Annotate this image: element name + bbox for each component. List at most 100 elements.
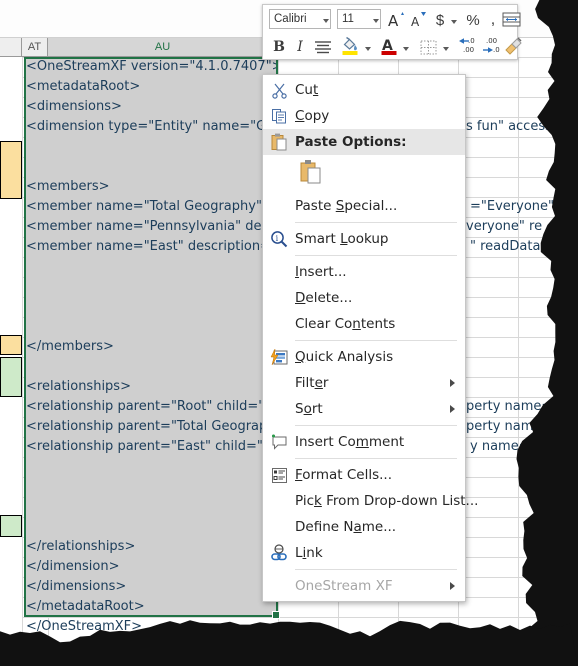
format-painter-icon[interactable] xyxy=(503,35,523,57)
menu-item-smart-lookup[interactable]: i Smart Lookup xyxy=(263,226,465,252)
merge-center-icon[interactable] xyxy=(501,9,521,31)
row-marker-0[interactable] xyxy=(0,141,22,199)
quick-analysis-icon xyxy=(263,344,295,370)
menu-item-delete[interactable]: Delete... xyxy=(263,285,465,311)
column-header-AT[interactable]: AT xyxy=(22,38,48,57)
cell-au-14[interactable]: </members> xyxy=(26,337,276,357)
cell-au-16[interactable]: <relationships> xyxy=(26,377,276,397)
cell-au-25[interactable]: </dimension> xyxy=(26,557,276,577)
menu-icon-spacer xyxy=(263,311,295,337)
paste-option-keep-source[interactable] xyxy=(263,155,465,193)
menu-item-filter[interactable]: Filter xyxy=(263,370,465,396)
menu-item-cut[interactable]: Cut xyxy=(263,77,465,103)
menu-item-link[interactable]: Link xyxy=(263,540,465,566)
menu-item-label: Copy xyxy=(295,108,330,124)
overflow-cell-4[interactable]: perty name=" xyxy=(466,397,576,417)
menu-item-label: Cut xyxy=(295,82,319,98)
menu-item-label: Clear Contents xyxy=(295,316,396,332)
cell-au-27[interactable]: </metadataRoot> xyxy=(26,597,276,617)
row-marker-2[interactable] xyxy=(0,357,22,397)
menu-item-sort[interactable]: Sort xyxy=(263,396,465,422)
menu-item-label: Pick From Drop-down List... xyxy=(295,493,479,509)
column-header-AU[interactable]: AU xyxy=(48,38,278,57)
gridline xyxy=(518,57,519,637)
overflow-cell-1[interactable]: ="Everyone" xyxy=(470,197,578,217)
row-marker-3[interactable] xyxy=(0,515,22,537)
menu-item-quick-analysis[interactable]: Quick Analysis xyxy=(263,344,465,370)
menu-item-label: Paste Special... xyxy=(295,198,398,214)
menu-icon-spacer xyxy=(263,370,295,396)
mini-toolbar-row-1[interactable]: Calibri 11 A A $ % , xyxy=(263,7,521,34)
overflow-cell-6[interactable]: y name="P xyxy=(470,437,578,457)
cell-au-0[interactable]: <OneStreamXF version="4.1.0.7407"> xyxy=(26,57,276,77)
menu-item-insert[interactable]: Insert... xyxy=(263,259,465,285)
font-size-dropdown-icon[interactable] xyxy=(371,10,381,32)
menu-item-paste-options[interactable]: Paste Options: xyxy=(263,129,465,155)
mini-formatting-toolbar[interactable]: Calibri 11 A A $ % , B I A .0 .00 .00 .0 xyxy=(262,4,522,61)
menu-item-define-name[interactable]: Define Name... xyxy=(263,514,465,540)
accounting-dropdown-icon[interactable] xyxy=(449,11,459,33)
align-icon[interactable] xyxy=(313,36,333,58)
font-name-dropdown-icon[interactable] xyxy=(321,10,331,32)
paste-large-icon[interactable] xyxy=(299,159,323,190)
cell-au-28[interactable]: </OneStreamXF> xyxy=(26,617,276,637)
bold-icon[interactable]: B xyxy=(271,36,287,58)
overflow-cell-5[interactable]: perty name="P xyxy=(466,417,576,437)
font-color-icon[interactable]: A xyxy=(379,35,399,57)
menu-item-paste-special[interactable]: Paste Special... xyxy=(263,193,465,219)
cell-au-1[interactable]: <metadataRoot> xyxy=(26,77,276,97)
menu-item-label: OneStream XF xyxy=(295,578,393,594)
percent-style-icon[interactable]: % xyxy=(465,9,481,31)
select-all-corner[interactable] xyxy=(0,38,22,57)
menu-icon-spacer xyxy=(263,285,295,311)
fill-color-icon[interactable] xyxy=(339,35,361,57)
svg-text:A: A xyxy=(411,15,420,29)
cell-au-26[interactable]: </dimensions> xyxy=(26,577,276,597)
menu-separator xyxy=(295,255,457,256)
menu-item-copy[interactable]: Copy xyxy=(263,103,465,129)
menu-item-format-cells[interactable]: Format Cells... xyxy=(263,462,465,488)
cell-au-3[interactable]: <dimension type="Entity" name="Geog xyxy=(26,117,276,137)
cell-context-menu[interactable]: Cut Copy Paste Options: Paste Special... i Sm… xyxy=(262,74,478,602)
decrease-decimal-icon[interactable]: .0 .00 xyxy=(457,35,479,57)
menu-icon-spacer xyxy=(263,396,295,422)
fill-color-dropdown-icon[interactable] xyxy=(363,38,373,60)
cell-au-6[interactable]: <members> xyxy=(26,177,276,197)
increase-decimal-icon[interactable]: .00 .0 xyxy=(481,35,503,57)
submenu-arrow-icon xyxy=(450,582,455,590)
cell-au-24[interactable]: </relationships> xyxy=(26,537,276,557)
insert-comment-icon xyxy=(263,429,295,455)
borders-dropdown-icon[interactable] xyxy=(441,38,451,60)
cell-au-9[interactable]: <member name="East" description="" d xyxy=(26,237,276,257)
menu-icon-spacer xyxy=(263,573,295,599)
paste-icon xyxy=(263,129,295,155)
menu-item-pick-from-dropdown[interactable]: Pick From Drop-down List... xyxy=(263,488,478,514)
borders-icon[interactable] xyxy=(418,36,438,58)
svg-text:.00: .00 xyxy=(486,37,497,45)
menu-item-label: Define Name... xyxy=(295,519,397,535)
submenu-arrow-icon xyxy=(450,405,455,413)
menu-icon-spacer xyxy=(263,259,295,285)
increase-font-size-icon[interactable]: A xyxy=(387,9,407,31)
menu-item-label: Link xyxy=(295,545,323,561)
font-color-dropdown-icon[interactable] xyxy=(401,38,411,60)
overflow-cell-0[interactable]: s fun" accessG xyxy=(466,117,576,137)
cell-au-17[interactable]: <relationship parent="Root" child="Tot xyxy=(26,397,276,417)
menu-item-label: Smart Lookup xyxy=(295,231,389,247)
decrease-font-size-icon[interactable]: A xyxy=(409,9,429,31)
italic-icon[interactable]: I xyxy=(293,36,307,58)
overflow-cell-3[interactable]: " readDataGro xyxy=(470,237,578,257)
screenshot-root: AT AU <OneStreamXF version="4.1.0.7407"> <… xyxy=(0,0,578,666)
menu-item-insert-comment[interactable]: Insert Comment xyxy=(263,429,465,455)
cell-au-8[interactable]: <member name="Pennsylvania" descrip xyxy=(26,217,276,237)
overflow-cell-2[interactable]: veryone" re xyxy=(466,217,576,237)
row-marker-1[interactable] xyxy=(0,335,22,355)
cell-au-19[interactable]: <relationship parent="East" child="Pen xyxy=(26,437,276,457)
accounting-format-icon[interactable]: $ xyxy=(433,9,447,31)
cell-au-18[interactable]: <relationship parent="Total Geography xyxy=(26,417,276,437)
cell-au-7[interactable]: <member name="Total Geography" des xyxy=(26,197,276,217)
mini-toolbar-row-2[interactable]: B I A .0 .00 .00 .0 xyxy=(263,34,522,61)
comma-style-icon[interactable]: , xyxy=(487,9,499,31)
menu-item-clear-contents[interactable]: Clear Contents xyxy=(263,311,465,337)
cell-au-2[interactable]: <dimensions> xyxy=(26,97,276,117)
